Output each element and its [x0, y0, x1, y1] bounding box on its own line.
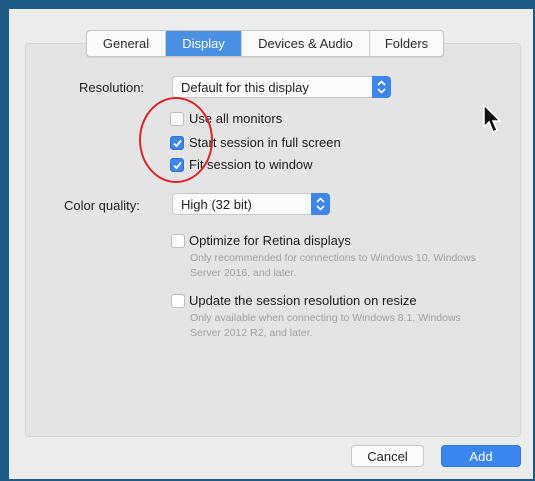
retina-checkbox[interactable] — [171, 234, 185, 248]
cancel-button[interactable]: Cancel — [351, 445, 424, 467]
resolution-stepper-icon — [372, 76, 391, 98]
retina-label[interactable]: Optimize for Retina displays — [189, 233, 351, 248]
color-quality-label: Color quality: — [64, 198, 140, 213]
tab-devices-audio[interactable]: Devices & Audio — [242, 31, 370, 56]
tab-folders[interactable]: Folders — [370, 31, 443, 56]
update-resolution-label[interactable]: Update the session resolution on resize — [189, 293, 417, 308]
add-button[interactable]: Add — [441, 445, 521, 467]
mouse-cursor-icon — [483, 104, 502, 134]
resolution-value: Default for this display — [181, 80, 309, 95]
update-resolution-checkbox[interactable] — [171, 294, 185, 308]
dialog-window: General Display Devices & Audio Folders … — [9, 9, 533, 479]
resolution-select[interactable]: Default for this display — [172, 76, 391, 98]
retina-description: Only recommended for connections to Wind… — [190, 252, 476, 279]
update-resolution-description: Only available when connecting to Window… — [190, 312, 461, 339]
tab-display[interactable]: Display — [166, 31, 242, 56]
color-quality-value: High (32 bit) — [181, 197, 252, 212]
tab-bar: General Display Devices & Audio Folders — [86, 30, 444, 57]
resolution-label: Resolution: — [79, 80, 145, 95]
color-quality-select[interactable]: High (32 bit) — [172, 193, 330, 215]
color-quality-stepper-icon — [311, 193, 330, 215]
annotation-circle — [139, 97, 213, 183]
tab-general[interactable]: General — [87, 31, 166, 56]
